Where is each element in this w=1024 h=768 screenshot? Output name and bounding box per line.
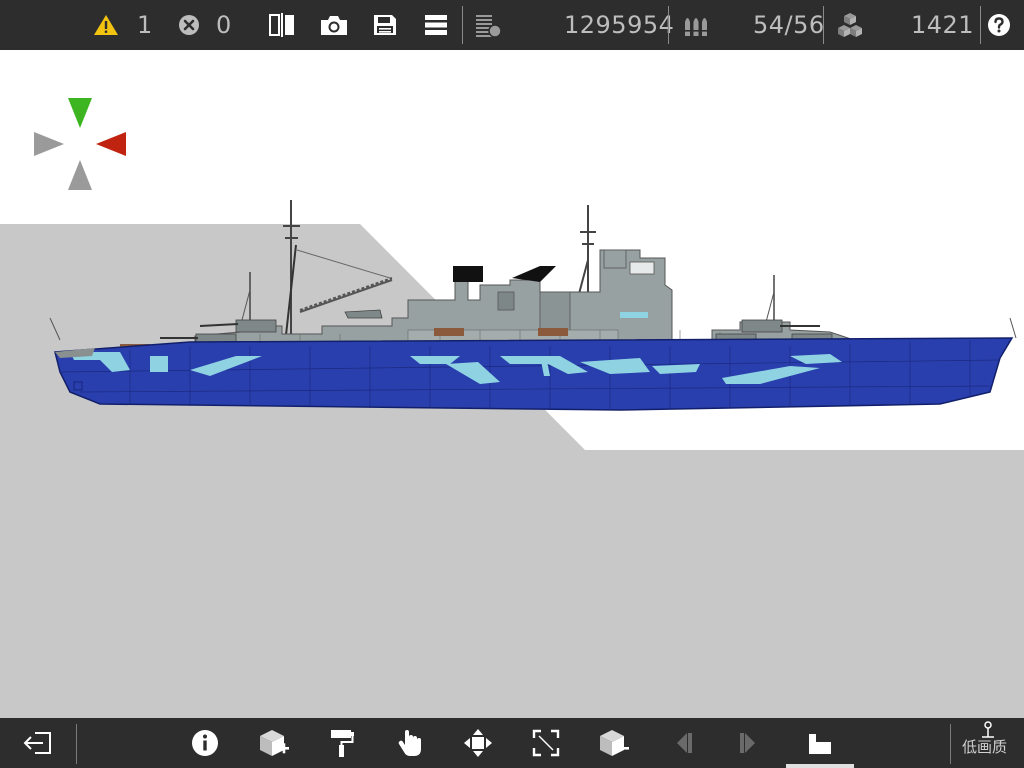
camera-icon[interactable] [319,0,349,50]
axis-down-arrow[interactable] [68,160,92,190]
remove-block-icon[interactable] [590,718,638,768]
bottom-divider [76,724,77,764]
paint-roller-icon[interactable] [318,718,366,768]
orientation-gizmo[interactable] [34,98,126,190]
top-status-bar: 1 0 1295954 54/56 1421 [0,0,1024,50]
hand-icon[interactable] [386,718,434,768]
block-count: 1421 [911,11,975,39]
viewport-canvas[interactable] [0,50,1024,718]
warning-count: 1 [137,11,153,39]
next-icon[interactable] [726,718,774,768]
bottom-toolbar [0,718,1024,768]
move-icon[interactable] [454,718,502,768]
build-viewport[interactable] [0,50,1024,718]
exit-icon[interactable] [14,718,62,768]
resize-icon[interactable] [522,718,570,768]
game-screen: 1 0 1295954 54/56 1421 低画质 [0,0,1024,768]
axis-right-arrow[interactable] [96,132,126,156]
active-tool-indicator [786,764,854,768]
ammo-icon [682,0,710,50]
axis-up-arrow[interactable] [68,98,92,128]
view-mode-icon[interactable] [796,718,844,768]
bottom-divider [950,724,951,764]
blocks-icon [836,0,864,50]
top-divider [980,6,981,44]
warning-triangle-icon[interactable] [93,0,119,50]
mirror-icon[interactable] [268,0,296,50]
mass-value: 1295954 [564,11,675,39]
low-quality-label[interactable]: 低画质 [962,736,1007,757]
add-block-icon[interactable] [250,718,298,768]
weight-icon [474,0,504,50]
prev-icon[interactable] [658,718,706,768]
info-icon[interactable] [181,718,229,768]
error-circle-icon[interactable] [178,0,200,50]
help-icon[interactable] [987,0,1011,50]
save-icon[interactable] [372,0,398,50]
error-count: 0 [216,11,232,39]
menu-icon[interactable] [424,0,448,50]
top-divider [668,6,669,44]
axis-left-arrow[interactable] [34,132,64,156]
top-divider [462,6,463,44]
ammo-value: 54/56 [753,11,825,39]
top-divider [823,6,824,44]
